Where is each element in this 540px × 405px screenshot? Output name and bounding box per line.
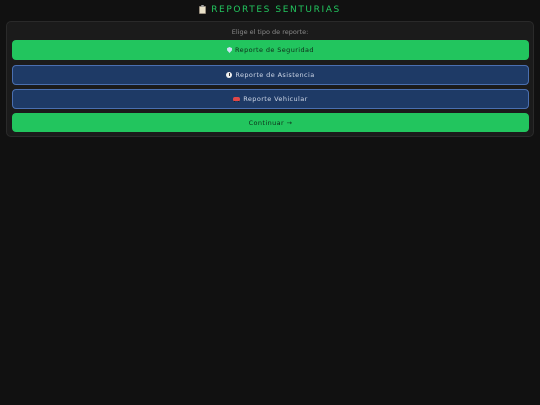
- app-header: REPORTES SENTURIAS: [0, 3, 540, 17]
- continue-label: Continuar →: [248, 118, 293, 127]
- attendance-report-label: Reporte de Asistencia: [235, 71, 315, 79]
- app-title: REPORTES SENTURIAS: [211, 5, 341, 15]
- clock-icon: [226, 72, 233, 78]
- vehicle-report-button[interactable]: Reporte Vehicular: [12, 89, 529, 109]
- attendance-report-button[interactable]: Reporte de Asistencia: [12, 65, 529, 85]
- security-report-label: Reporte de Seguridad: [235, 46, 314, 54]
- vehicle-report-label: Reporte Vehicular: [243, 95, 308, 103]
- page: REPORTES SENTURIAS Elige el tipo de repo…: [0, 0, 540, 405]
- security-report-button[interactable]: Reporte de Seguridad: [12, 40, 529, 60]
- clipboard-icon: [199, 5, 207, 14]
- report-type-card: Elige el tipo de reporte: Reporte de Seg…: [6, 21, 534, 137]
- shield-icon: [227, 47, 233, 53]
- car-icon: [233, 97, 241, 102]
- report-type-prompt: Elige el tipo de reporte:: [231, 28, 309, 36]
- continue-button[interactable]: Continuar →: [12, 113, 529, 132]
